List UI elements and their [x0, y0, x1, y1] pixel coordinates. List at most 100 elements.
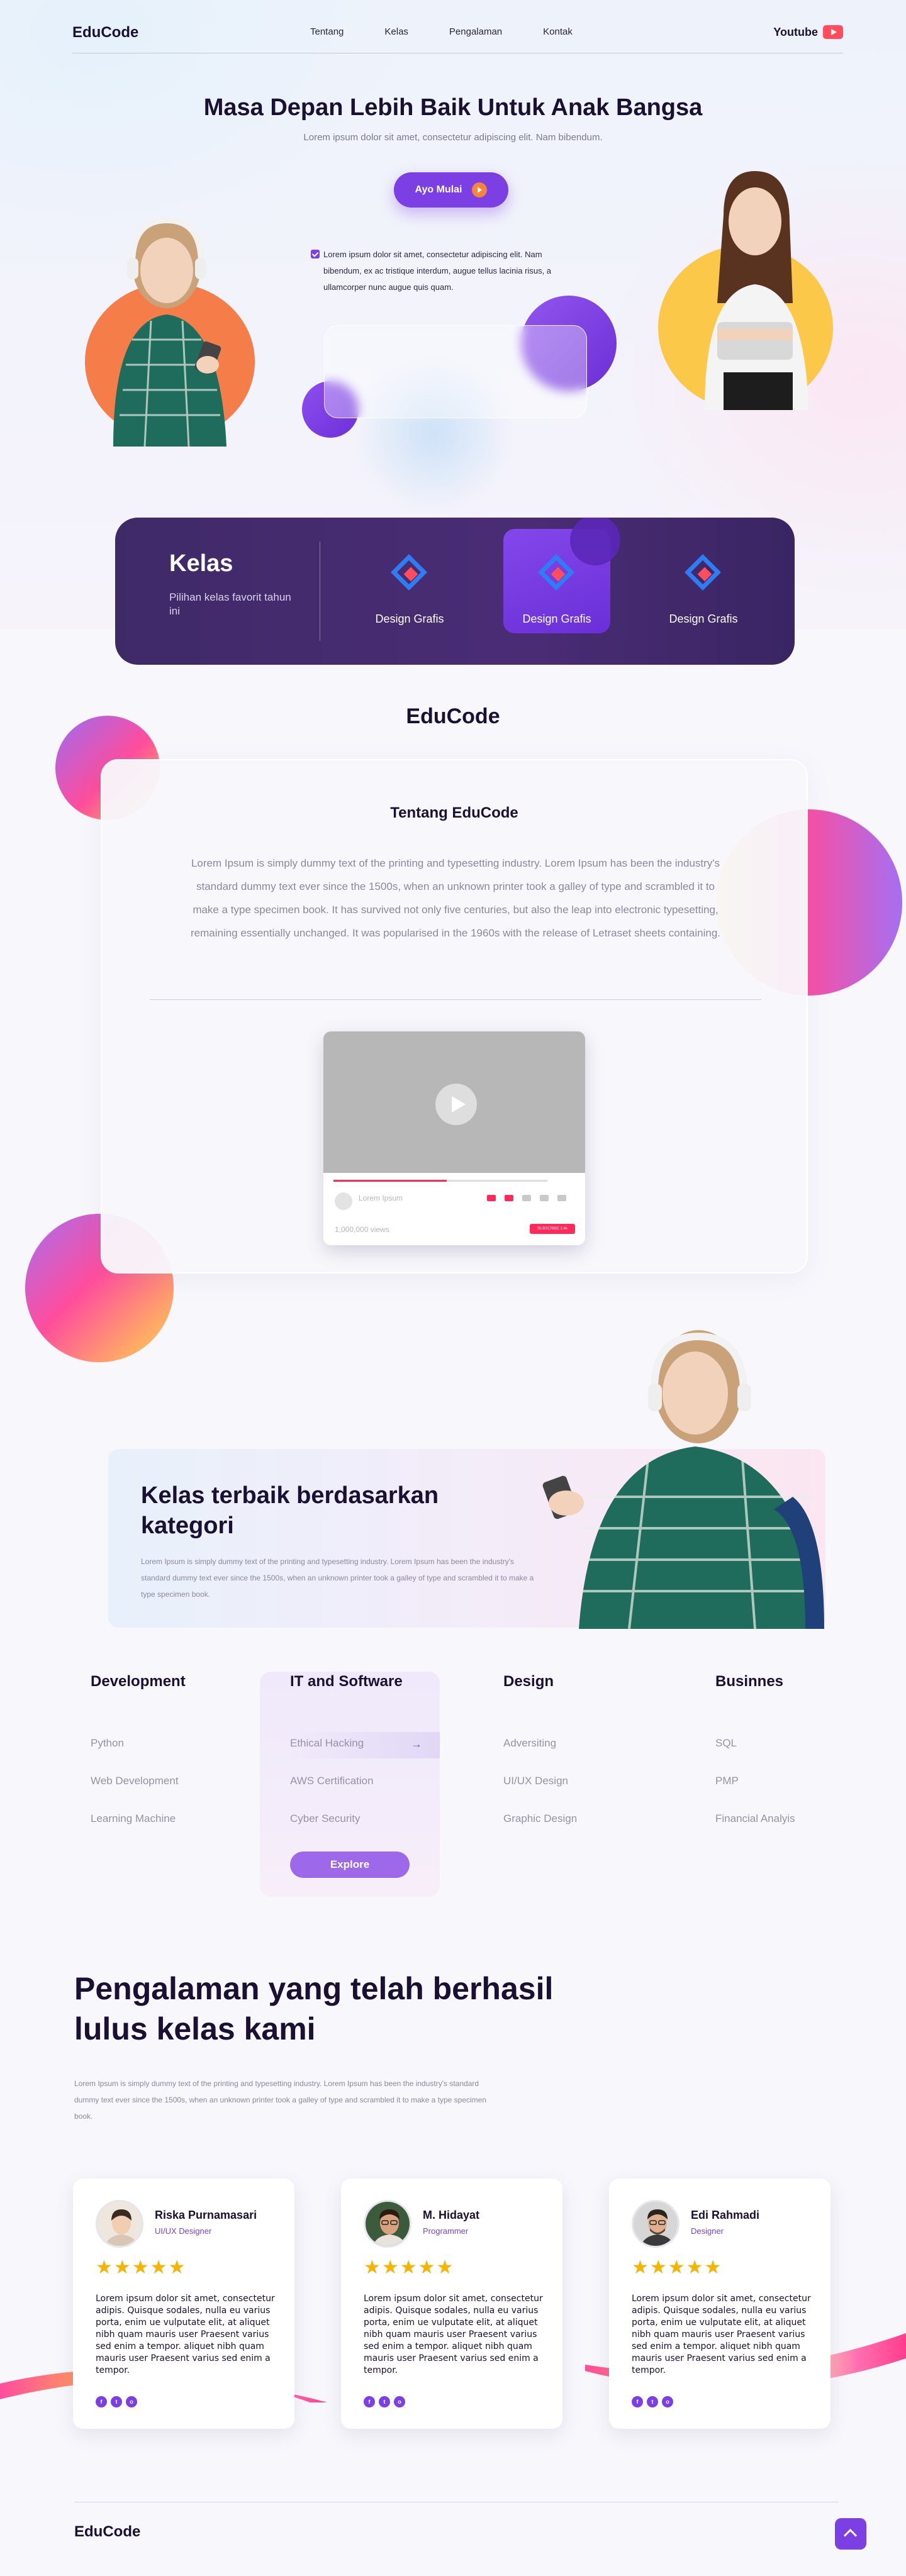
kelas-card-label: Design Grafis	[669, 613, 738, 625]
category-title: Businnes	[715, 1673, 784, 1690]
about-title: Tentang EduCode	[390, 804, 518, 821]
kelas-card-label: Design Grafis	[522, 613, 591, 625]
experience-title: Pengalaman yang telah berhasil lulus kel…	[74, 1971, 554, 2046]
banner-title: Kelas terbaik berdasarkan kategori	[141, 1482, 439, 1539]
arrow-right-icon: →	[411, 1738, 422, 1750]
category-design: Design Adversiting UI/UX Design Graphic …	[503, 1673, 667, 1824]
diamond-logo-icon	[538, 554, 574, 591]
nav-link-pengalaman[interactable]: Pengalaman	[449, 26, 502, 37]
student-girl-headphones-photo	[94, 208, 283, 447]
instagram-icon[interactable]: o	[394, 2396, 405, 2407]
category-item[interactable]: Graphic Design	[503, 1813, 577, 1825]
video-views: 1,000,000 views	[335, 1225, 389, 1234]
testimonial-role: Programmer	[423, 2226, 469, 2236]
video-player[interactable]: Lorem Ipsum 1,000,000 views SUBSCRIBE 2.…	[323, 1031, 585, 1245]
testimonial-role: UI/UX Designer	[155, 2226, 212, 2236]
nav-link-tentang[interactable]: Tentang	[310, 26, 344, 37]
share-icon[interactable]	[522, 1195, 531, 1201]
diamond-logo-icon	[685, 554, 721, 591]
testimonial-card: M. Hidayat Programmer ★★★★★ Lorem ipsum …	[341, 2179, 562, 2429]
instagram-icon[interactable]: o	[126, 2396, 137, 2407]
category-item-active[interactable]: Ethical Hacking	[290, 1737, 364, 1750]
facebook-icon[interactable]: f	[364, 2396, 375, 2407]
kelas-card-3[interactable]: Design Grafis	[650, 529, 757, 633]
about-text: Lorem Ipsum is simply dummy text of the …	[190, 857, 721, 939]
kelas-card-2-active[interactable]: Design Grafis	[503, 518, 620, 633]
category-it-software: IT and Software Ethical Hacking AWS Cert…	[290, 1673, 454, 1824]
twitter-icon[interactable]: t	[111, 2396, 122, 2407]
hero-paragraph: Lorem ipsum dolor sit amet, consectetur …	[323, 250, 552, 292]
channel-avatar[interactable]	[335, 1192, 352, 1210]
testimonial-text: Lorem ipsum dolor sit amet, consectetur …	[364, 2294, 543, 2375]
category-item[interactable]: AWS Certification	[290, 1775, 374, 1787]
experience-text: Lorem Ipsum is simply dummy text of the …	[74, 2079, 487, 2121]
start-button[interactable]: Ayo Mulai	[394, 172, 508, 208]
youtube-link[interactable]: Youtube	[773, 25, 843, 39]
footer-brand[interactable]: EduCode	[74, 2523, 140, 2541]
testimonial-name: Riska Purnamasari	[155, 2209, 257, 2221]
category-item[interactable]: Python	[91, 1737, 124, 1750]
decor-circle	[570, 518, 620, 565]
like-icon[interactable]	[487, 1195, 496, 1201]
subscribe-button[interactable]: SUBSCRIBE 2.4k	[530, 1224, 575, 1234]
more-icon[interactable]	[557, 1195, 566, 1201]
nav-link-kontak[interactable]: Kontak	[543, 26, 573, 37]
arrow-right-icon	[472, 182, 488, 197]
kelas-card-1[interactable]: Design Grafis	[356, 529, 463, 633]
hero-title: Masa Depan Lebih Baik Untuk Anak Bangsa	[203, 94, 703, 121]
social-links: fto	[364, 2396, 405, 2407]
banner-text: Lorem Ipsum is simply dummy text of the …	[141, 1557, 534, 1599]
category-development: Development Python Web Development Learn…	[91, 1673, 254, 1824]
nav-links: Tentang Kelas Pengalaman Kontak	[310, 26, 613, 37]
save-icon[interactable]	[540, 1195, 549, 1201]
avatar	[632, 2200, 680, 2248]
testimonial-name: Edi Rahmadi	[691, 2209, 760, 2221]
kelas-title: Kelas	[169, 550, 233, 577]
category-title: Development	[91, 1673, 186, 1690]
category-item[interactable]: SQL	[715, 1737, 737, 1750]
facebook-icon[interactable]: f	[96, 2396, 107, 2407]
chevron-up-icon[interactable]	[835, 2518, 866, 2550]
start-button-label: Ayo Mulai	[415, 184, 462, 195]
testimonial-name: M. Hidayat	[423, 2209, 480, 2221]
brand-logo[interactable]: EduCode	[72, 24, 138, 42]
kelas-subtitle: Pilihan kelas favorit tahun ini	[169, 591, 291, 617]
channel-name[interactable]: Lorem Ipsum	[359, 1194, 403, 1202]
category-item[interactable]: Learning Machine	[91, 1813, 176, 1825]
hero-subtitle: Lorem ipsum dolor sit amet, consectetur …	[303, 132, 603, 143]
social-links: fto	[96, 2396, 137, 2407]
category-item[interactable]: PMP	[715, 1775, 739, 1787]
testimonial-text: Lorem ipsum dolor sit amet, consectetur …	[96, 2294, 275, 2375]
youtube-label: Youtube	[773, 25, 818, 38]
video-progress-fill	[333, 1180, 447, 1182]
student-girl-headphones-photo	[541, 1321, 830, 1629]
kelas-section: Kelas Pilihan kelas favorit tahun ini De…	[115, 518, 795, 665]
category-title: Design	[503, 1673, 554, 1690]
category-item[interactable]: Financial Analyis	[715, 1813, 795, 1825]
youtube-icon	[823, 25, 843, 39]
dislike-icon[interactable]	[505, 1195, 513, 1201]
video-progress-bar[interactable]	[333, 1180, 547, 1182]
twitter-icon[interactable]: t	[647, 2396, 658, 2407]
instagram-icon[interactable]: o	[662, 2396, 673, 2407]
rating-stars: ★★★★★	[632, 2257, 723, 2278]
rating-stars: ★★★★★	[364, 2257, 455, 2278]
testimonial-card: Riska Purnamasari UI/UX Designer ★★★★★ L…	[73, 2179, 294, 2429]
category-item[interactable]: Web Development	[91, 1775, 179, 1787]
kelas-card-label: Design Grafis	[375, 613, 444, 625]
top-navbar: EduCode Tentang Kelas Pengalaman Kontak …	[72, 19, 843, 53]
video-screen[interactable]	[323, 1031, 585, 1173]
twitter-icon[interactable]: t	[379, 2396, 390, 2407]
testimonial-text: Lorem ipsum dolor sit amet, consectetur …	[632, 2294, 811, 2375]
explore-button[interactable]: Explore	[290, 1852, 410, 1878]
testimonial-role: Designer	[691, 2226, 724, 2236]
category-item[interactable]: Cyber Security	[290, 1813, 360, 1825]
nav-link-kelas[interactable]: Kelas	[384, 26, 408, 37]
category-business: Businnes SQL PMP Financial Analyis	[715, 1673, 879, 1824]
category-item[interactable]: UI/UX Design	[503, 1775, 568, 1787]
glass-panel	[324, 325, 587, 418]
facebook-icon[interactable]: f	[632, 2396, 643, 2407]
category-item[interactable]: Adversiting	[503, 1737, 556, 1750]
play-icon[interactable]	[435, 1084, 477, 1125]
divider	[150, 999, 761, 1000]
